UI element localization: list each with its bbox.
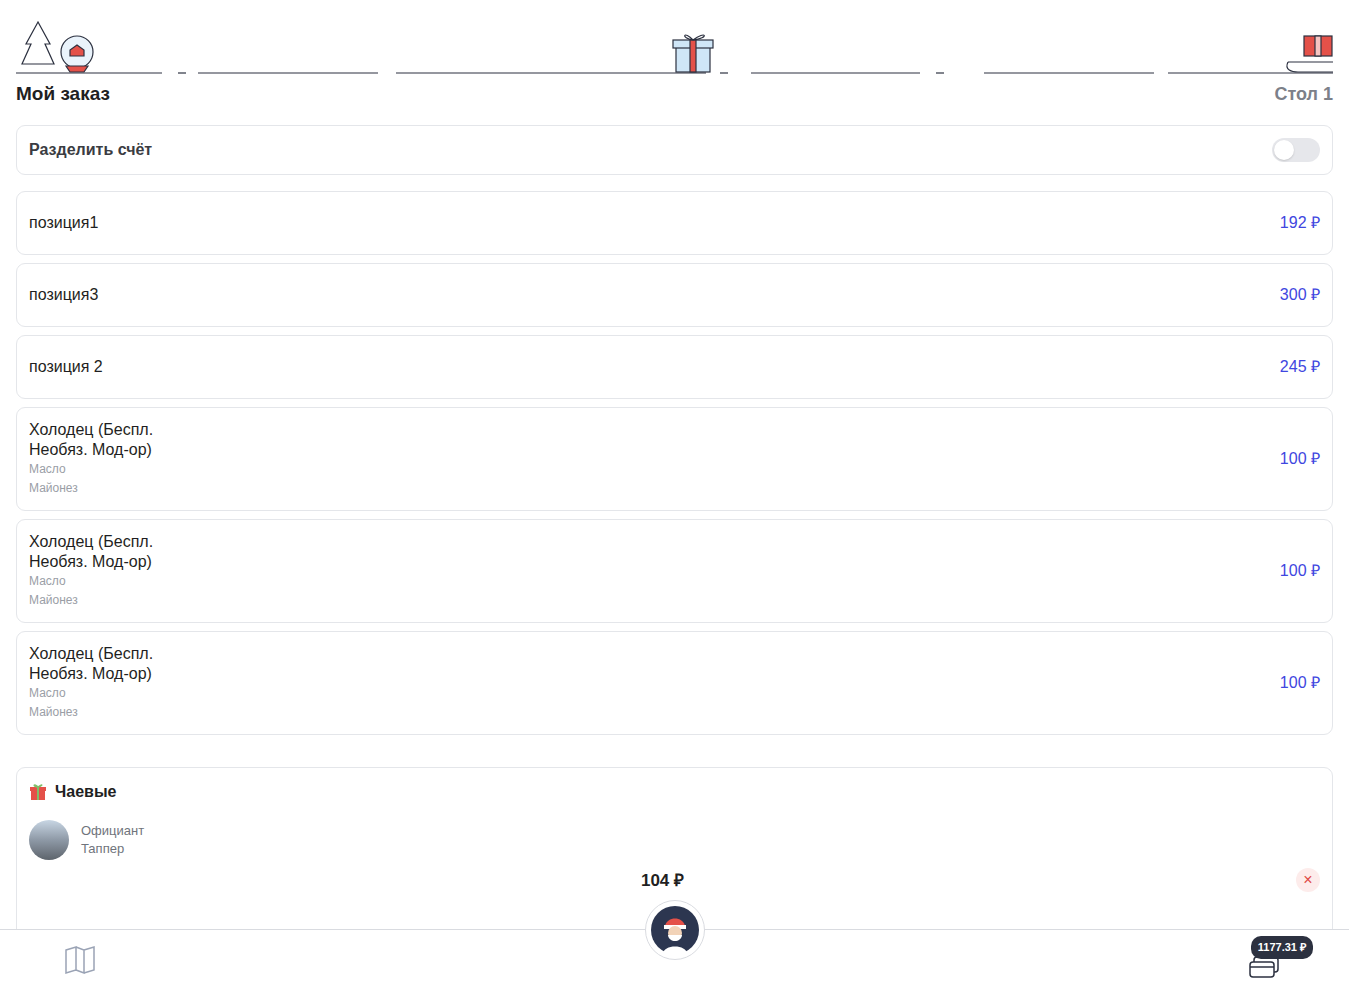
item-name: позиция1: [29, 213, 98, 233]
item-info: позиция3: [29, 285, 98, 305]
tips-actions: ×: [684, 868, 1320, 892]
waiter-name: Таппер: [81, 840, 144, 858]
waiter-info: ОфициантТаппер: [29, 820, 1320, 860]
order-header: Мой заказ Стол 1: [16, 80, 1333, 109]
order-item[interactable]: Холодец (Беспл. Необяз. Мод-ор)МаслоМайо…: [16, 631, 1333, 735]
order-title: Мой заказ: [16, 80, 110, 109]
item-modifier: Масло: [29, 684, 194, 703]
item-modifier: Майонез: [29, 591, 194, 610]
item-modifier: Масло: [29, 572, 194, 591]
order-item[interactable]: позиция1 192 ₽: [16, 191, 1333, 255]
item-name: Холодец (Беспл. Необяз. Мод-ор): [29, 644, 194, 684]
order-list: Разделить счёт позиция1 192 ₽ позиция3 300 ₽…: [16, 125, 1333, 967]
toggle-knob: [1274, 140, 1294, 160]
item-info: позиция1: [29, 213, 98, 233]
item-modifier: Майонез: [29, 703, 194, 722]
split-bill-label: Разделить счёт: [29, 138, 152, 162]
item-info: позиция 2: [29, 357, 103, 377]
order-item[interactable]: Холодец (Беспл. Необяз. Мод-ор)МаслоМайо…: [16, 407, 1333, 511]
item-info: Холодец (Беспл. Необяз. Мод-ор)МаслоМайо…: [29, 644, 194, 722]
item-price: 100 ₽: [1280, 447, 1320, 471]
menu-book-icon[interactable]: [64, 946, 96, 974]
item-price: 192 ₽: [1280, 211, 1320, 235]
gift-icon: [29, 780, 47, 804]
item-price: 100 ₽: [1280, 671, 1320, 695]
tips-header: Чаевые: [29, 780, 1320, 804]
tips-title: Чаевые: [55, 780, 116, 804]
split-bill-row[interactable]: Разделить счёт: [16, 125, 1333, 175]
order-item[interactable]: позиция 2 245 ₽: [16, 335, 1333, 399]
table-label: Стол 1: [1274, 81, 1333, 108]
total-badge: 1177.31 ₽: [1251, 936, 1313, 959]
clear-tips-button[interactable]: ×: [1296, 868, 1320, 892]
item-name: позиция 2: [29, 357, 103, 377]
waiter-call-button[interactable]: [645, 900, 705, 960]
item-name: Холодец (Беспл. Необяз. Мод-ор): [29, 532, 194, 572]
waiter-role: Официант: [81, 822, 144, 840]
tips-amount[interactable]: 104 ₽: [641, 868, 684, 894]
item-modifier: Майонез: [29, 479, 194, 498]
tips-amount-row: 104 ₽ ×: [29, 868, 1320, 894]
item-name: позиция3: [29, 285, 98, 305]
item-modifier: Масло: [29, 460, 194, 479]
order-item[interactable]: Холодец (Беспл. Необяз. Мод-ор)МаслоМайо…: [16, 519, 1333, 623]
item-info: Холодец (Беспл. Необяз. Мод-ор)МаслоМайо…: [29, 420, 194, 498]
item-price: 245 ₽: [1280, 355, 1320, 379]
item-price: 300 ₽: [1280, 283, 1320, 307]
split-bill-toggle[interactable]: [1272, 138, 1320, 162]
waiter-avatar: [29, 820, 69, 860]
order-page: Мой заказ Стол 1 Разделить счёт позиция1 192…: [0, 0, 1349, 992]
item-name: Холодец (Беспл. Необяз. Мод-ор): [29, 420, 194, 460]
bottom-bar: 1177.31 ₽: [0, 929, 1349, 992]
order-item[interactable]: позиция3 300 ₽: [16, 263, 1333, 327]
waiter-text: ОфициантТаппер: [81, 822, 144, 858]
item-price: 100 ₽: [1280, 559, 1320, 583]
item-info: Холодец (Беспл. Необяз. Мод-ор)МаслоМайо…: [29, 532, 194, 610]
decoration-strip: [16, 0, 1333, 76]
